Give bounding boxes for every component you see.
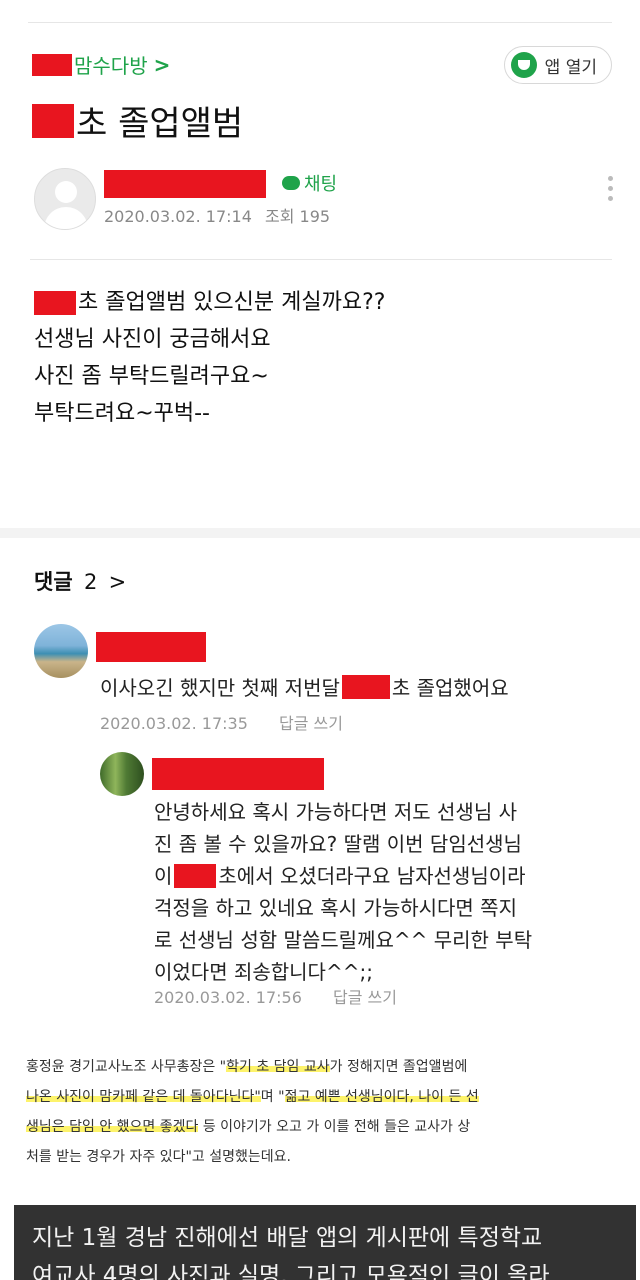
chat-label: 채팅 xyxy=(304,174,338,195)
content-divider xyxy=(30,259,612,260)
author-avatar[interactable] xyxy=(34,168,96,230)
top-divider xyxy=(28,22,612,23)
chevron-right-icon: > xyxy=(108,570,127,594)
more-options-icon[interactable] xyxy=(608,176,614,201)
highlighted-text: 생님은 담임 안 했으면 좋겠다 xyxy=(26,1119,199,1135)
news-article-text: 홍정윤 경기교사노조 사무총장은 "학기 초 담임 교사가 정해지면 졸업앨범에… xyxy=(26,1059,479,1165)
redaction-mark xyxy=(34,290,76,315)
redaction-mark xyxy=(32,103,74,138)
reply-avatar[interactable] xyxy=(100,752,144,796)
reply-name-redaction xyxy=(152,758,324,790)
commenter-avatar[interactable] xyxy=(34,624,88,678)
reply-button[interactable]: 답글 쓰기 xyxy=(333,988,397,1007)
chevron-right-icon: > xyxy=(153,52,171,77)
content-line: 사진 좀 부탁드릴려구요~ xyxy=(34,364,269,389)
redaction-mark xyxy=(174,864,217,888)
post-views: 조회 195 xyxy=(264,207,331,226)
chat-bubble-icon xyxy=(282,176,300,190)
redaction-mark xyxy=(32,53,72,76)
post-title-text: 초 졸업앨범 xyxy=(76,104,244,144)
caption-line: 여교사 4명의 사진과 실명, 그리고 모욕적인 글이 올라 xyxy=(32,1263,550,1280)
commenter-name-redaction xyxy=(96,632,206,662)
post-date: 2020.03.02. 17:14 xyxy=(104,207,252,226)
comment-text: 이사오긴 했지만 첫째 저번달 초 졸업했어요 xyxy=(100,674,509,700)
caption-line: 지난 1월 경남 진해에선 배달 앱의 게시판에 특정학교 xyxy=(32,1225,543,1251)
cafe-name: 맘수다방 xyxy=(74,54,148,78)
post-title: 초 졸업앨범 xyxy=(32,96,243,145)
highlighted-text: 나온 사진이 맘카페 같은 데 돌아다닌다" xyxy=(26,1089,261,1105)
highlighted-text: 젊고 예쁜 선생님이다, 나이 든 선 xyxy=(284,1089,479,1105)
caption-box: 지난 1월 경남 진해에선 배달 앱의 게시판에 특정학교 여교사 4명의 사진… xyxy=(14,1205,636,1280)
comment-meta: 2020.03.02. 17:35 답글 쓰기 xyxy=(100,710,343,734)
comment-count: 2 xyxy=(83,570,98,594)
highlighted-text: 학기 초 담임 교사 xyxy=(226,1059,330,1075)
comment-date: 2020.03.02. 17:35 xyxy=(100,714,248,733)
chat-button[interactable]: 채팅 xyxy=(282,170,337,196)
author-name-redaction xyxy=(104,170,266,198)
content-line: 선생님 사진이 궁금해서요 xyxy=(34,327,271,352)
open-app-button[interactable]: 앱 열기 xyxy=(503,46,612,84)
reply-meta: 2020.03.02. 17:56 답글 쓰기 xyxy=(154,984,397,1008)
reply-text: 안녕하세요 혹시 가능하다면 저도 선생님 사 진 좀 볼 수 있을까요? 딸램… xyxy=(154,800,533,984)
post-meta: 2020.03.02. 17:14 조회 195 xyxy=(104,203,330,227)
comments-header[interactable]: 댓글 2 > xyxy=(34,566,126,596)
content-line: 부탁드려요~꾸벅-- xyxy=(34,401,210,426)
open-app-label: 앱 열기 xyxy=(544,57,597,78)
post-content: 초 졸업앨범 있으신분 계실까요?? 선생님 사진이 궁금해서요 사진 좀 부탁… xyxy=(34,284,385,432)
reply-button[interactable]: 답글 쓰기 xyxy=(279,714,343,733)
reply-date: 2020.03.02. 17:56 xyxy=(154,988,302,1007)
section-separator xyxy=(0,528,640,538)
redaction-mark xyxy=(341,674,390,699)
content-line: 초 졸업앨범 있으신분 계실까요?? xyxy=(34,284,385,321)
cafe-link[interactable]: 맘수다방 > xyxy=(32,50,170,79)
cafe-app-icon xyxy=(510,52,537,78)
